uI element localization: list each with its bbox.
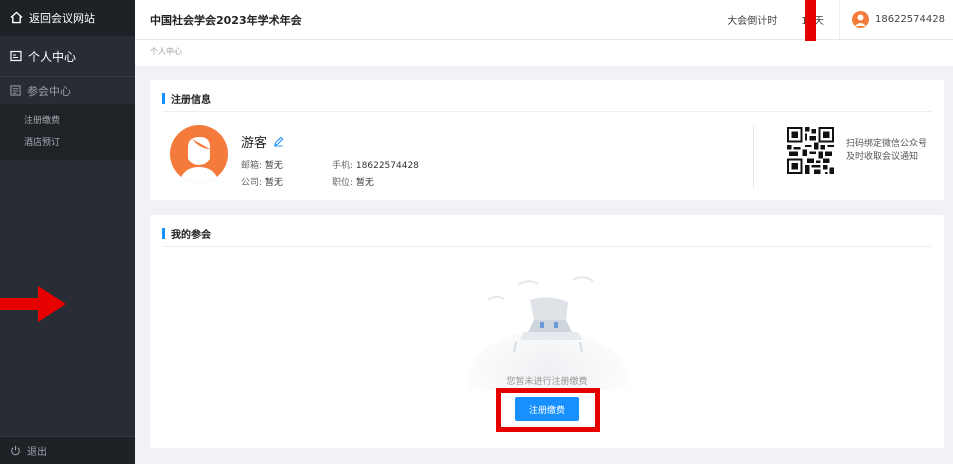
phone-label: 手机: (332, 161, 354, 171)
id-card-icon (10, 50, 22, 62)
sidebar: 返回会议网站 个人中心 参会中心 注册缴费 酒店预订 退出 (0, 0, 135, 464)
annotation-arrow-icon (0, 286, 66, 322)
section-accent-bar (162, 228, 165, 239)
position-value: 暂无 (355, 178, 374, 188)
section-header: 我的参会 (162, 228, 932, 247)
back-to-site-link[interactable]: 返回会议网站 (0, 0, 135, 36)
sidebar-item-personal-center[interactable]: 个人中心 (0, 36, 135, 76)
sidebar-item-label: 个人中心 (28, 49, 77, 64)
breadcrumb: 个人中心 (135, 40, 953, 66)
section-header: 注册信息 (162, 93, 932, 112)
annotation-marker-bar (805, 0, 816, 41)
user-menu[interactable]: 18622574428 (840, 11, 953, 28)
logout-label: 退出 (27, 447, 47, 458)
conference-title: 中国社会学会2023年学术年会 (150, 13, 302, 27)
company-label: 公司: (241, 178, 263, 188)
phone-value: 18622574428 (355, 161, 419, 171)
email-field: 邮箱: 暂无 (241, 158, 283, 171)
qr-instruction-line2: 及时收取会议通知 (846, 152, 919, 162)
section-title: 注册信息 (171, 95, 211, 106)
sidebar-item-label: 参会中心 (27, 84, 71, 98)
user-avatar-icon (852, 11, 869, 28)
section-title: 我的参会 (171, 230, 211, 241)
wechat-qr-code (787, 127, 834, 174)
back-to-site-label: 返回会议网站 (29, 12, 95, 25)
vertical-divider (753, 126, 754, 188)
sidebar-item-hotel-booking[interactable]: 酒店预订 (0, 132, 135, 154)
qr-instruction-line1: 扫码绑定微信公众号 (846, 139, 928, 149)
position-label: 职位: (332, 178, 354, 188)
empty-state-text: 您暂未进行注册缴费 (506, 377, 588, 387)
conference-countdown: 大会倒计时 17天 (727, 0, 840, 40)
email-label: 邮箱: (241, 161, 263, 171)
sidebar-item-conference-center[interactable]: 参会中心 (0, 76, 135, 104)
email-value: 暂无 (264, 161, 283, 171)
home-icon (10, 11, 24, 25)
avatar[interactable] (170, 125, 228, 183)
power-icon (10, 445, 21, 456)
user-phone: 18622574428 (875, 14, 945, 25)
sidebar-item-registration-payment[interactable]: 注册缴费 (0, 110, 135, 132)
user-name: 游客 (241, 132, 284, 151)
logout-button[interactable]: 退出 (0, 436, 135, 464)
registration-info-card: 注册信息 游客 邮箱: 暂无 手机: 18622574428 公司: 暂无 职位… (150, 80, 944, 200)
list-icon (10, 85, 21, 96)
company-field: 公司: 暂无 (241, 175, 283, 188)
sidebar-submenu: 注册缴费 酒店预订 (0, 104, 135, 160)
annotation-highlight-box (496, 388, 600, 432)
countdown-label: 大会倒计时 (727, 16, 778, 27)
qr-instruction: 扫码绑定微信公众号 及时收取会议通知 (846, 138, 927, 164)
section-accent-bar (162, 93, 165, 104)
company-value: 暂无 (264, 178, 283, 188)
phone-field: 手机: 18622574428 (332, 158, 419, 171)
empty-state-illustration (468, 276, 628, 390)
user-name-text: 游客 (241, 136, 268, 151)
edit-icon[interactable] (273, 136, 284, 147)
avatar-icon (179, 137, 219, 183)
position-field: 职位: 暂无 (332, 175, 374, 188)
top-header: 中国社会学会2023年学术年会 大会倒计时 17天 18622574428 (135, 0, 953, 40)
